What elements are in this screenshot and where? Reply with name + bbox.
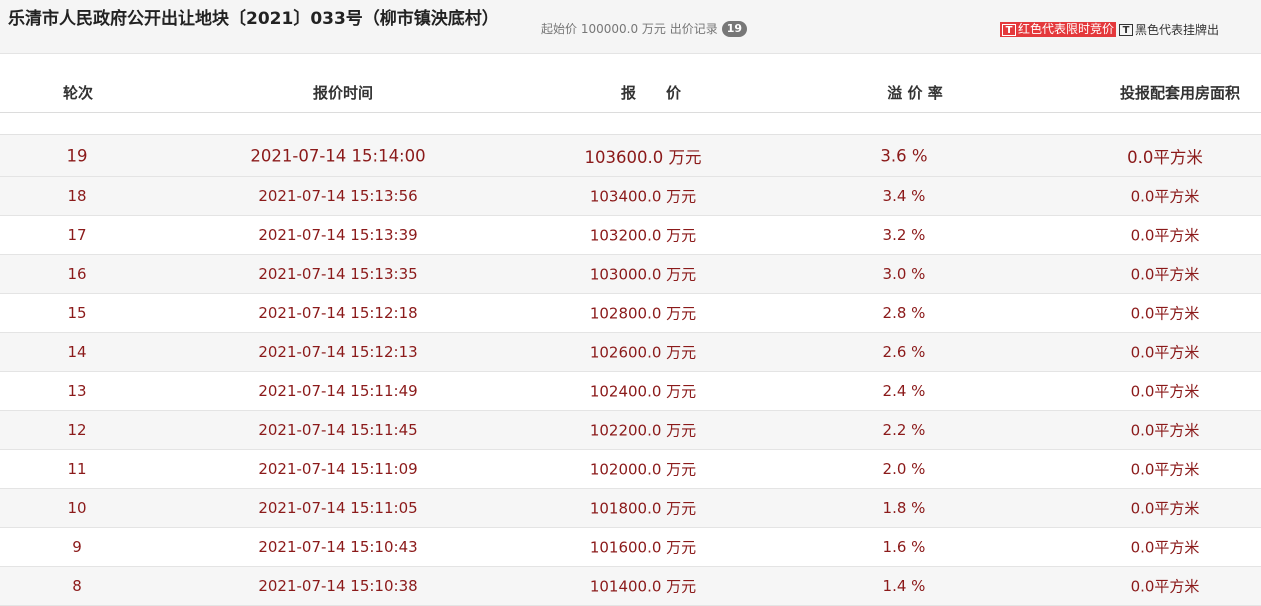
round-cell: 17 xyxy=(67,226,87,244)
table-row: 19 2021-07-14 15:14:00 103600.0 万元 3.6 % 0.0… xyxy=(0,135,1261,177)
time-cell: 2021-07-14 15:14:00 xyxy=(250,146,426,165)
round-cell: 9 xyxy=(72,538,82,556)
col-rate: 溢 价 率 xyxy=(887,84,943,102)
auction-header: 乐清市人民政府公开出让地块〔2021〕033号（柳市镇泱底村） 起始价 1000… xyxy=(0,0,1261,54)
time-cell: 2021-07-14 15:13:35 xyxy=(258,265,418,283)
price-cell: 102000.0 万元 xyxy=(589,460,697,479)
bid-count-badge: 19 xyxy=(721,20,748,37)
area-cell: 0.0平方米 xyxy=(1130,187,1200,206)
round-cell: 12 xyxy=(67,421,87,439)
time-cell: 2021-07-14 15:11:05 xyxy=(258,499,418,517)
listing-bid-icon: T xyxy=(1119,23,1134,36)
rate-cell: 1.6 % xyxy=(882,538,926,556)
table-spacer xyxy=(0,113,1261,135)
area-cell: 0.0平方米 xyxy=(1130,538,1200,557)
area-cell: 0.0平方米 xyxy=(1127,147,1203,167)
price-cell: 102200.0 万元 xyxy=(589,421,697,440)
table-row: 9 2021-07-14 15:10:43 101600.0 万元 1.6 % 0.0平… xyxy=(0,528,1261,567)
price-cell: 102800.0 万元 xyxy=(589,304,697,323)
round-cell: 18 xyxy=(67,187,87,205)
round-cell: 14 xyxy=(67,343,87,361)
col-round: 轮次 xyxy=(62,84,94,102)
area-cell: 0.0平方米 xyxy=(1130,343,1200,362)
price-cell: 102400.0 万元 xyxy=(589,382,697,401)
table-row: 8 2021-07-14 15:10:38 101400.0 万元 1.4 % 0.0平… xyxy=(0,567,1261,606)
rate-cell: 2.0 % xyxy=(882,460,926,478)
col-area: 投报配套用房面积 xyxy=(1119,84,1241,102)
round-cell: 10 xyxy=(67,499,87,517)
time-cell: 2021-07-14 15:13:39 xyxy=(258,226,418,244)
rate-cell: 2.4 % xyxy=(882,382,926,400)
table-row: 17 2021-07-14 15:13:39 103200.0 万元 3.2 % 0.0… xyxy=(0,216,1261,255)
area-cell: 0.0平方米 xyxy=(1130,577,1200,596)
price-cell: 103200.0 万元 xyxy=(589,226,697,245)
rate-cell: 1.8 % xyxy=(882,499,926,517)
price-cell: 101800.0 万元 xyxy=(589,499,697,518)
time-cell: 2021-07-14 15:11:49 xyxy=(258,382,418,400)
time-cell: 2021-07-14 15:11:09 xyxy=(258,460,418,478)
table-row: 14 2021-07-14 15:12:13 102600.0 万元 2.6 % 0.0… xyxy=(0,333,1261,372)
start-price-text: 起始价 100000.0 万元 出价记录 xyxy=(541,22,718,36)
bid-summary: 起始价 100000.0 万元 出价记录 19 xyxy=(541,20,748,37)
price-cell: 101600.0 万元 xyxy=(589,538,697,557)
rate-cell: 3.0 % xyxy=(882,265,926,283)
col-time: 报价时间 xyxy=(312,84,374,102)
table-row: 15 2021-07-14 15:12:18 102800.0 万元 2.8 % 0.0… xyxy=(0,294,1261,333)
rate-cell: 3.6 % xyxy=(880,146,928,165)
legend-red: T 红色代表限时竞价 xyxy=(1000,22,1117,37)
area-cell: 0.0平方米 xyxy=(1130,421,1200,440)
rate-cell: 2.6 % xyxy=(882,343,926,361)
time-cell: 2021-07-14 15:12:18 xyxy=(258,304,418,322)
bid-record-list: 19 2021-07-14 15:14:00 103600.0 万元 3.6 % 0.0… xyxy=(0,135,1261,606)
table-row: 13 2021-07-14 15:11:49 102400.0 万元 2.4 % 0.0… xyxy=(0,372,1261,411)
round-cell: 13 xyxy=(67,382,87,400)
price-cell: 102600.0 万元 xyxy=(589,343,697,362)
area-cell: 0.0平方米 xyxy=(1130,265,1200,284)
legend-black-label: 黑色代表挂牌出 xyxy=(1135,23,1220,37)
timed-bid-icon: T xyxy=(1002,23,1016,36)
price-cell: 103400.0 万元 xyxy=(589,187,697,206)
legend-black: T 黑色代表挂牌出 xyxy=(1119,21,1219,38)
table-row: 18 2021-07-14 15:13:56 103400.0 万元 3.4 % 0.0… xyxy=(0,177,1261,216)
round-cell: 8 xyxy=(72,577,82,595)
rate-cell: 3.4 % xyxy=(882,187,926,205)
time-cell: 2021-07-14 15:13:56 xyxy=(258,187,418,205)
table-row: 11 2021-07-14 15:11:09 102000.0 万元 2.0 % 0.0… xyxy=(0,450,1261,489)
rate-cell: 2.8 % xyxy=(882,304,926,322)
round-cell: 16 xyxy=(67,265,87,283)
time-cell: 2021-07-14 15:11:45 xyxy=(258,421,418,439)
price-cell: 103000.0 万元 xyxy=(589,265,697,284)
area-cell: 0.0平方米 xyxy=(1130,226,1200,245)
price-cell: 103600.0 万元 xyxy=(584,147,702,167)
table-row: 12 2021-07-14 15:11:45 102200.0 万元 2.2 % 0.0… xyxy=(0,411,1261,450)
round-cell: 11 xyxy=(67,460,87,478)
price-cell: 101400.0 万元 xyxy=(589,577,697,596)
table-header: 轮次 报价时间 报 价 溢 价 率 投报配套用房面积 xyxy=(0,54,1261,113)
col-price: 报 价 xyxy=(620,84,682,102)
rate-cell: 1.4 % xyxy=(882,577,926,595)
rate-cell: 2.2 % xyxy=(882,421,926,439)
time-cell: 2021-07-14 15:12:13 xyxy=(258,343,418,361)
page-title: 乐清市人民政府公开出让地块〔2021〕033号（柳市镇泱底村） xyxy=(8,9,499,29)
round-cell: 15 xyxy=(67,304,87,322)
area-cell: 0.0平方米 xyxy=(1130,382,1200,401)
time-cell: 2021-07-14 15:10:38 xyxy=(258,577,418,595)
table-row: 16 2021-07-14 15:13:35 103000.0 万元 3.0 % 0.0… xyxy=(0,255,1261,294)
legend-red-label: 红色代表限时竞价 xyxy=(1018,22,1115,36)
area-cell: 0.0平方米 xyxy=(1130,304,1200,323)
time-cell: 2021-07-14 15:10:43 xyxy=(258,538,418,556)
area-cell: 0.0平方米 xyxy=(1130,460,1200,479)
table-row: 10 2021-07-14 15:11:05 101800.0 万元 1.8 % 0.0… xyxy=(0,489,1261,528)
area-cell: 0.0平方米 xyxy=(1130,499,1200,518)
round-cell: 19 xyxy=(66,146,88,165)
legend: T 红色代表限时竞价 T 黑色代表挂牌出 xyxy=(1000,21,1219,38)
rate-cell: 3.2 % xyxy=(882,226,926,244)
